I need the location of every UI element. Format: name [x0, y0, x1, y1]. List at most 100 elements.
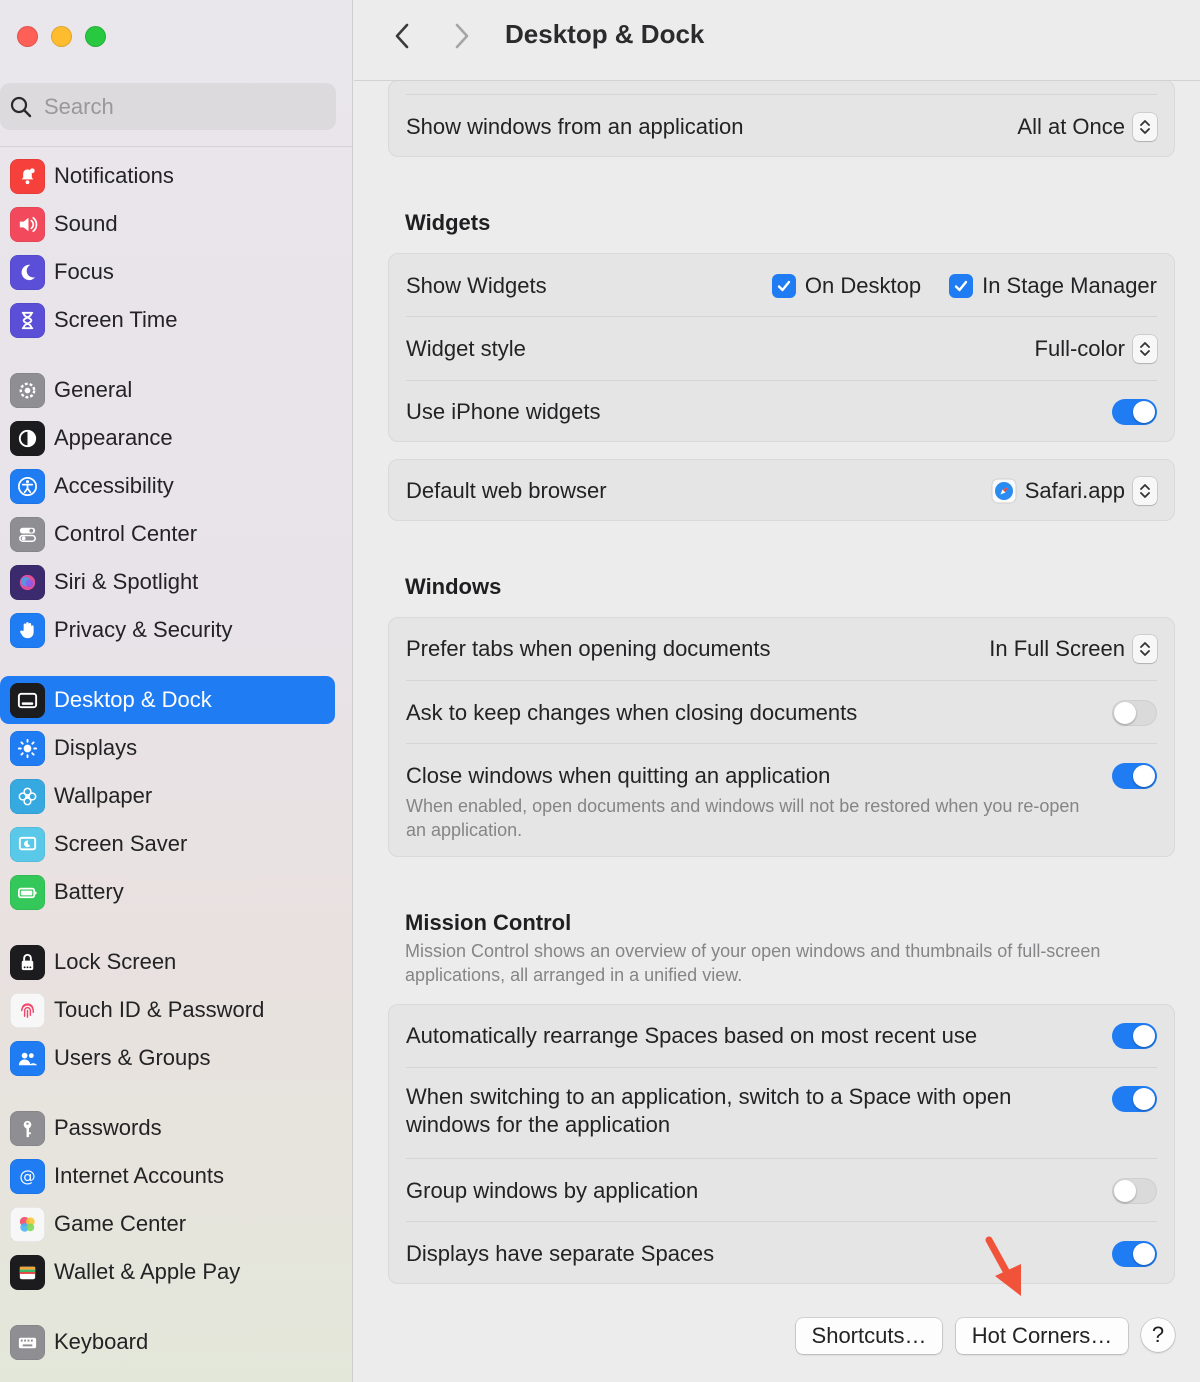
- sidebar-item-desktop-dock[interactable]: Desktop & Dock: [0, 676, 335, 724]
- widget-style-popup[interactable]: Full-color: [1035, 335, 1157, 363]
- switch-space-label: When switching to an application, switch…: [406, 1084, 1012, 1137]
- prefer-tabs-value: In Full Screen: [989, 636, 1125, 661]
- sidebar-item-displays[interactable]: Displays: [0, 724, 335, 772]
- svg-text:@: @: [19, 1166, 35, 1185]
- speaker-icon: [10, 206, 45, 242]
- sidebar-item-label: Screen Saver: [54, 831, 188, 856]
- sidebar-item-users-groups[interactable]: Users & Groups: [0, 1034, 335, 1082]
- sidebar-item-label: Keyboard: [54, 1329, 149, 1354]
- sidebar-item-label: Accessibility: [54, 473, 174, 498]
- sidebar-item-lock-screen[interactable]: Lock Screen: [0, 938, 335, 986]
- separate-spaces-toggle[interactable]: [1112, 1241, 1157, 1267]
- sidebar-item-battery[interactable]: Battery: [0, 868, 335, 916]
- checkmark-icon: [949, 274, 974, 298]
- sidebar-item-touch-id-password[interactable]: Touch ID & Password: [0, 986, 335, 1034]
- sidebar-item-label: Notifications: [54, 163, 174, 188]
- auto-rearrange-label: Automatically rearrange Spaces based on …: [406, 1023, 978, 1048]
- show-widgets-label: Show Widgets: [406, 273, 547, 298]
- sidebar-item-game-center[interactable]: Game Center: [0, 1200, 335, 1248]
- divider: [0, 146, 352, 147]
- widget-style-value: Full-color: [1034, 336, 1125, 361]
- page-title: Desktop & Dock: [505, 19, 705, 49]
- sidebar-item-passwords[interactable]: Passwords: [0, 1104, 335, 1152]
- sidebar-item-focus[interactable]: Focus: [0, 248, 335, 296]
- zoom-window-button[interactable]: [85, 26, 106, 47]
- shortcuts-button[interactable]: Shortcuts…: [796, 1318, 942, 1354]
- sidebar-item-general[interactable]: General: [0, 366, 335, 414]
- group-windows-toggle[interactable]: [1112, 1178, 1157, 1204]
- widgets-section-title: Widgets: [405, 210, 491, 235]
- default-browser-row: Default web browser Safari.app: [406, 473, 1157, 509]
- sidebar-item-appearance[interactable]: Appearance: [0, 414, 335, 462]
- windows-card: Prefer tabs when opening documents In Fu…: [388, 617, 1175, 857]
- sidebar-item-label: Internet Accounts: [54, 1163, 224, 1188]
- fingerprint-icon: [10, 992, 45, 1028]
- sidebar-item-internet-accounts[interactable]: @ Internet Accounts: [0, 1152, 335, 1200]
- sidebar-item-label: Control Center: [54, 521, 198, 546]
- search-field[interactable]: [0, 83, 336, 130]
- iphone-widgets-toggle[interactable]: [1112, 399, 1157, 425]
- moon-icon: [10, 254, 45, 290]
- sidebar-item-privacy-security[interactable]: Privacy & Security: [0, 606, 335, 654]
- mission-control-description: Mission Control shows an overview of you…: [405, 941, 1101, 985]
- back-button[interactable]: [387, 20, 417, 52]
- sidebar-item-label: Users & Groups: [54, 1045, 211, 1070]
- updown-chevron-icon: [1133, 635, 1157, 663]
- show-windows-popup[interactable]: All at Once: [1017, 113, 1157, 141]
- sidebar-item-label: Siri & Spotlight: [54, 569, 199, 594]
- on-desktop-checkbox[interactable]: On Desktop: [771, 273, 921, 299]
- close-window-button[interactable]: [17, 26, 38, 47]
- sidebar-item-label: Displays: [54, 735, 138, 760]
- flower-icon: [10, 778, 45, 814]
- help-button[interactable]: ?: [1141, 1318, 1175, 1352]
- ask-keep-row: Ask to keep changes when closing documen…: [406, 695, 1157, 731]
- notifications-icon: [10, 158, 45, 194]
- updown-chevron-icon: [1133, 477, 1157, 505]
- default-browser-popup[interactable]: Safari.app: [991, 477, 1157, 505]
- search-input[interactable]: [44, 93, 304, 120]
- sidebar-item-keyboard[interactable]: Keyboard: [0, 1318, 335, 1366]
- divider: [406, 1067, 1157, 1068]
- sidebar-item-notifications[interactable]: Notifications: [0, 152, 335, 200]
- widget-style-label: Widget style: [406, 336, 526, 361]
- annotation-arrow-icon: [985, 1236, 1021, 1296]
- sidebar-item-label: Passwords: [54, 1115, 162, 1140]
- sidebar: Notifications Sound Focus Screen Time Genera…: [0, 0, 353, 1382]
- sidebar-group: Notifications Sound Focus Screen Time: [0, 152, 352, 344]
- sidebar-item-label: Touch ID & Password: [54, 997, 265, 1022]
- default-browser-label: Default web browser: [406, 478, 607, 503]
- hot-corners-button[interactable]: Hot Corners…: [956, 1318, 1128, 1354]
- iphone-widgets-row: Use iPhone widgets: [406, 394, 1157, 430]
- mission-control-card: Automatically rearrange Spaces based on …: [388, 1004, 1175, 1284]
- dock-icon: [10, 682, 45, 718]
- sidebar-group: General Appearance Accessibility Control Ce…: [0, 366, 352, 654]
- stage-manager-checkbox[interactable]: In Stage Manager: [949, 273, 1157, 299]
- divider: [406, 316, 1157, 317]
- sidebar-item-label: Privacy & Security: [54, 617, 233, 642]
- sidebar-group: Desktop & Dock Displays Wallpaper Screen Sa…: [0, 676, 352, 916]
- switch-space-toggle[interactable]: [1112, 1086, 1157, 1112]
- show-windows-label: Show windows from an application: [406, 114, 744, 139]
- sidebar-item-siri-spotlight[interactable]: Siri & Spotlight: [0, 558, 335, 606]
- minimize-window-button[interactable]: [51, 26, 72, 47]
- forward-button[interactable]: [447, 20, 477, 52]
- show-widgets-row: Show Widgets On Desktop In Stage Manager: [406, 268, 1157, 304]
- ask-keep-toggle[interactable]: [1112, 700, 1157, 726]
- windows-section-title: Windows: [405, 574, 502, 599]
- sidebar-item-wallpaper[interactable]: Wallpaper: [0, 772, 335, 820]
- sidebar-item-accessibility[interactable]: Accessibility: [0, 462, 335, 510]
- auto-rearrange-toggle[interactable]: [1112, 1023, 1157, 1049]
- sidebar-item-screen-time[interactable]: Screen Time: [0, 296, 335, 344]
- sidebar-item-label: Screen Time: [54, 307, 178, 332]
- iphone-widgets-label: Use iPhone widgets: [406, 399, 601, 424]
- sidebar-item-sound[interactable]: Sound: [0, 200, 335, 248]
- close-windows-toggle[interactable]: [1112, 763, 1157, 789]
- group-windows-row: Group windows by application: [406, 1173, 1157, 1209]
- chevron-left-icon: [395, 23, 409, 49]
- show-windows-card: Show windows from an application All at …: [388, 80, 1175, 157]
- sidebar-item-wallet-apple-pay[interactable]: Wallet & Apple Pay: [0, 1248, 335, 1296]
- sidebar-nav: Notifications Sound Focus Screen Time Genera…: [0, 152, 352, 1382]
- sidebar-item-control-center[interactable]: Control Center: [0, 510, 335, 558]
- sidebar-item-screen-saver[interactable]: Screen Saver: [0, 820, 335, 868]
- prefer-tabs-popup[interactable]: In Full Screen: [989, 635, 1157, 663]
